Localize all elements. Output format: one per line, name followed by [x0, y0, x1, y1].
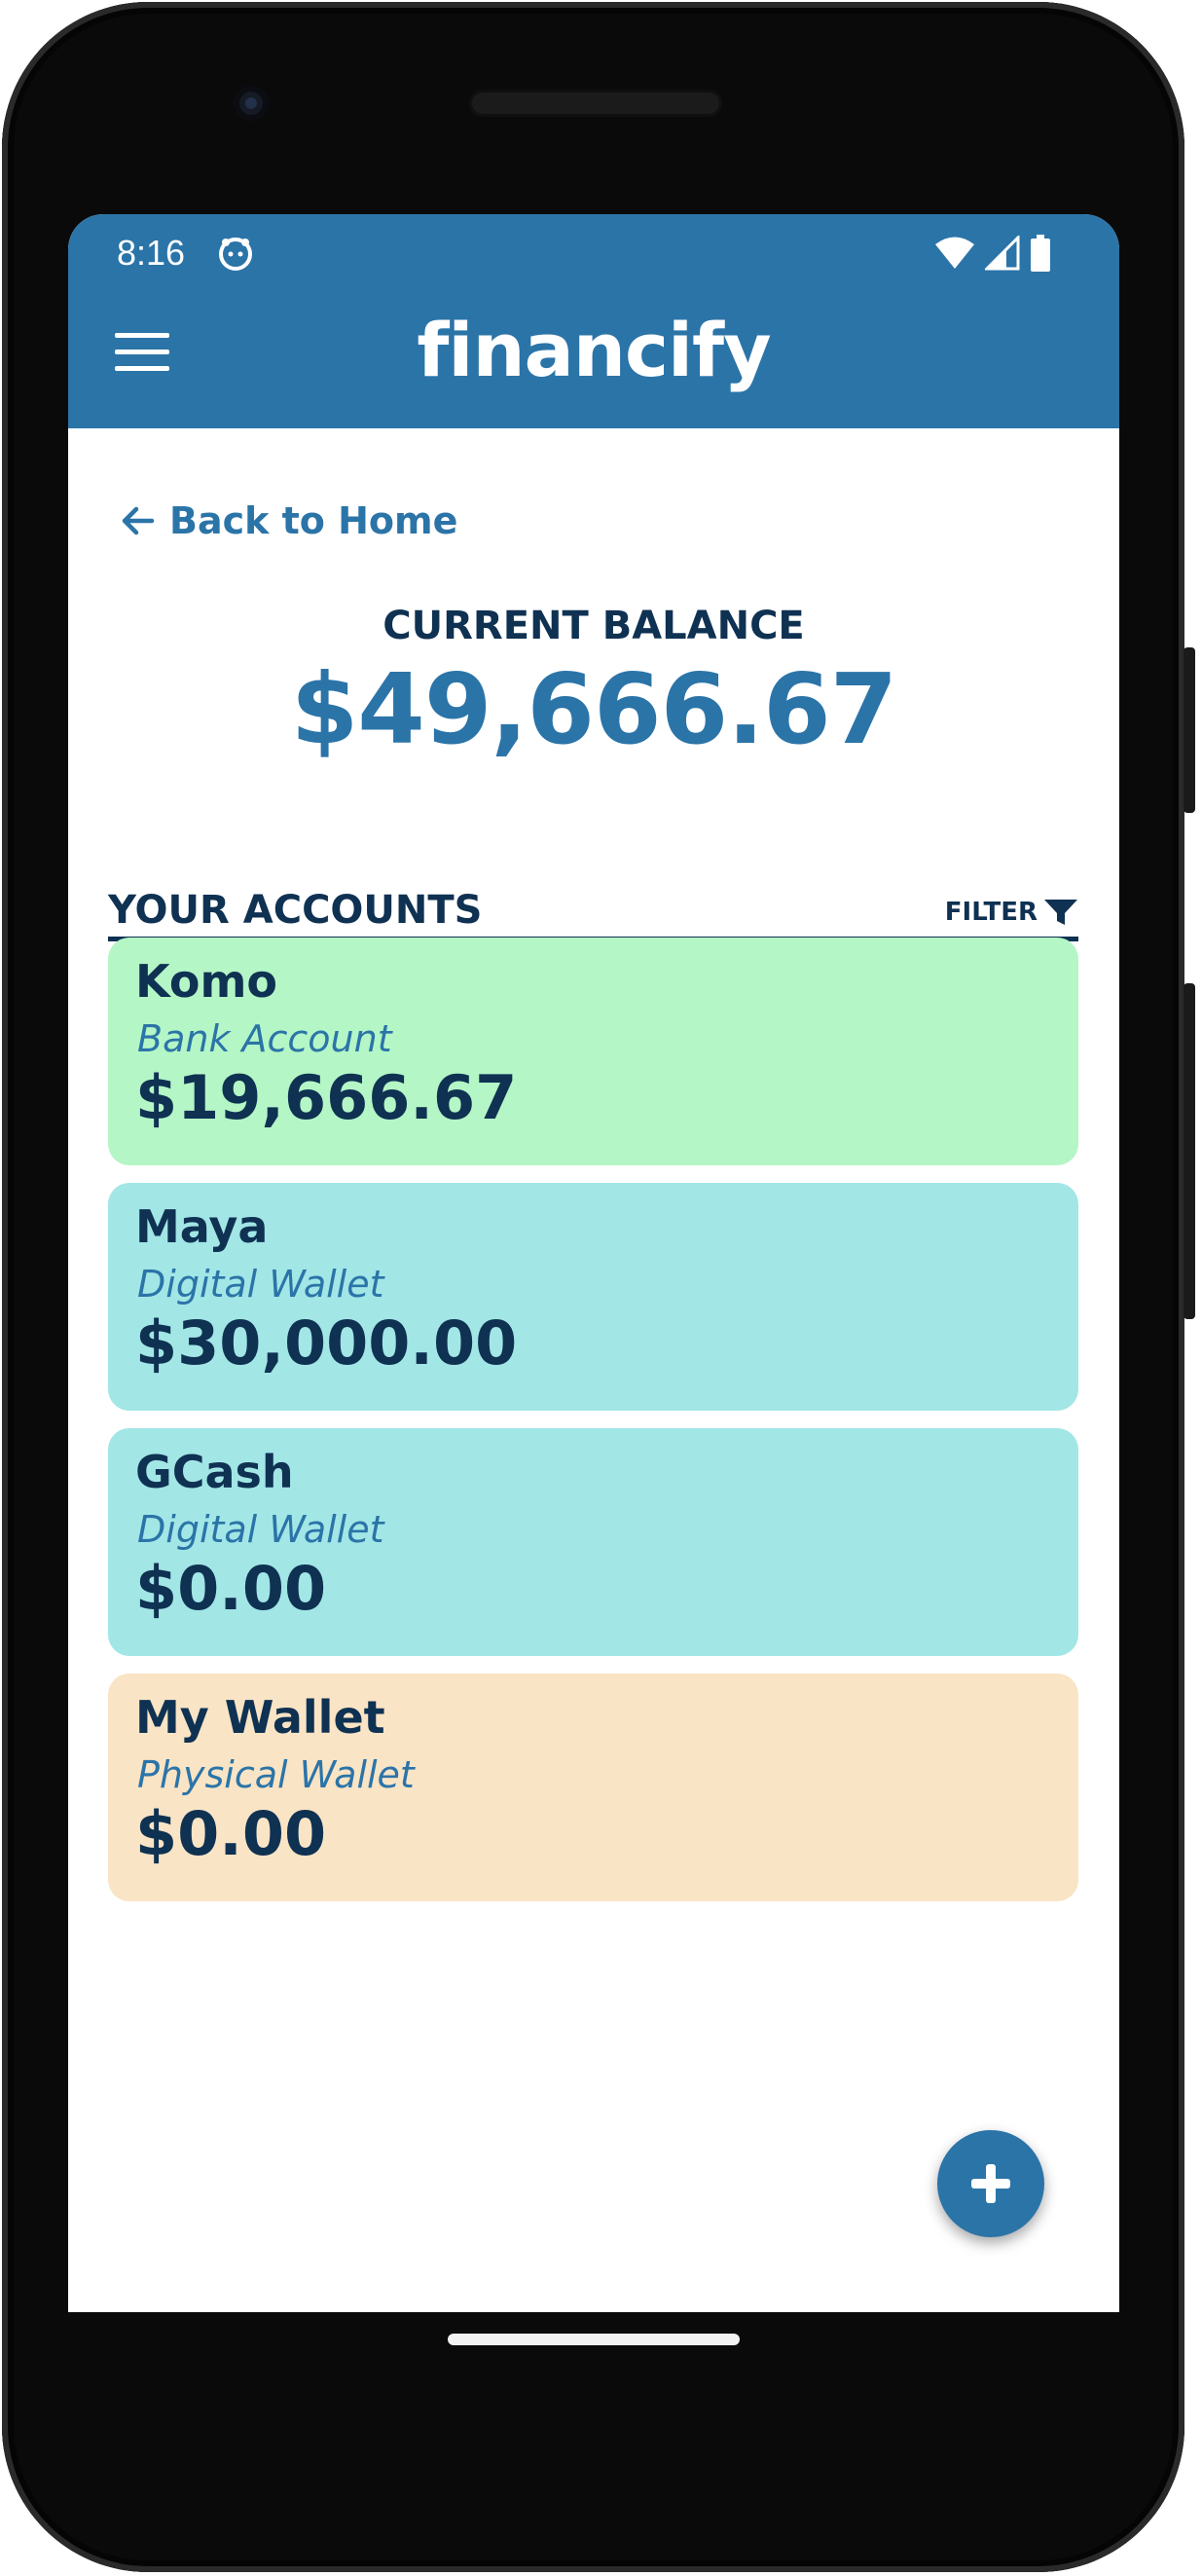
add-account-button[interactable]	[937, 2130, 1044, 2237]
volume-button	[1184, 983, 1195, 1319]
status-icons	[934, 228, 1051, 278]
status-time: 8:16	[117, 233, 186, 273]
accounts-section-title: YOUR ACCOUNTS	[108, 888, 483, 933]
account-card-komo[interactable]: Komo Bank Account $19,666.67	[108, 938, 1078, 1165]
back-link-label: Back to Home	[169, 499, 458, 542]
signal-icon	[985, 236, 1020, 271]
account-type: Physical Wallet	[137, 1753, 415, 1796]
account-list: Komo Bank Account $19,666.67 Maya Digita…	[108, 938, 1078, 1919]
filter-button[interactable]: FILTER	[945, 898, 1078, 927]
funnel-icon	[1044, 900, 1077, 925]
account-type: Bank Account	[137, 1017, 392, 1060]
account-balance: $0.00	[135, 1798, 327, 1869]
account-type: Digital Wallet	[137, 1508, 384, 1551]
account-card-gcash[interactable]: GCash Digital Wallet $0.00	[108, 1428, 1078, 1656]
account-name: Komo	[135, 955, 277, 1008]
filter-label: FILTER	[944, 898, 1038, 927]
power-button	[1184, 647, 1195, 813]
front-camera	[234, 86, 269, 121]
app-screen: 8:16 financify Back to Home CURRENT BALA…	[68, 214, 1119, 2312]
account-card-my-wallet[interactable]: My Wallet Physical Wallet $0.00	[108, 1674, 1078, 1901]
account-name: Maya	[135, 1200, 269, 1253]
account-card-maya[interactable]: Maya Digital Wallet $30,000.00	[108, 1183, 1078, 1411]
app-title: financify	[417, 307, 771, 393]
app-bar: 8:16 financify	[68, 214, 1119, 428]
wifi-icon	[935, 237, 974, 269]
arrow-left-icon	[122, 506, 155, 535]
plus-icon-stroke	[986, 2164, 996, 2203]
account-balance: $19,666.67	[135, 1062, 518, 1133]
battery-icon	[1031, 235, 1050, 272]
current-balance-value: $49,666.67	[290, 652, 898, 766]
account-balance: $0.00	[135, 1553, 327, 1624]
account-name: My Wallet	[135, 1691, 385, 1744]
earpiece-speaker	[469, 90, 722, 117]
account-type: Digital Wallet	[137, 1263, 384, 1306]
back-to-home-link[interactable]: Back to Home	[119, 487, 457, 555]
notification-face-icon	[219, 238, 252, 271]
account-balance: $30,000.00	[135, 1307, 518, 1379]
accounts-section-header: YOUR ACCOUNTS FILTER	[108, 866, 1078, 941]
account-name: GCash	[135, 1446, 294, 1498]
current-balance-label: CURRENT BALANCE	[382, 604, 805, 648]
home-indicator[interactable]	[448, 2334, 740, 2345]
